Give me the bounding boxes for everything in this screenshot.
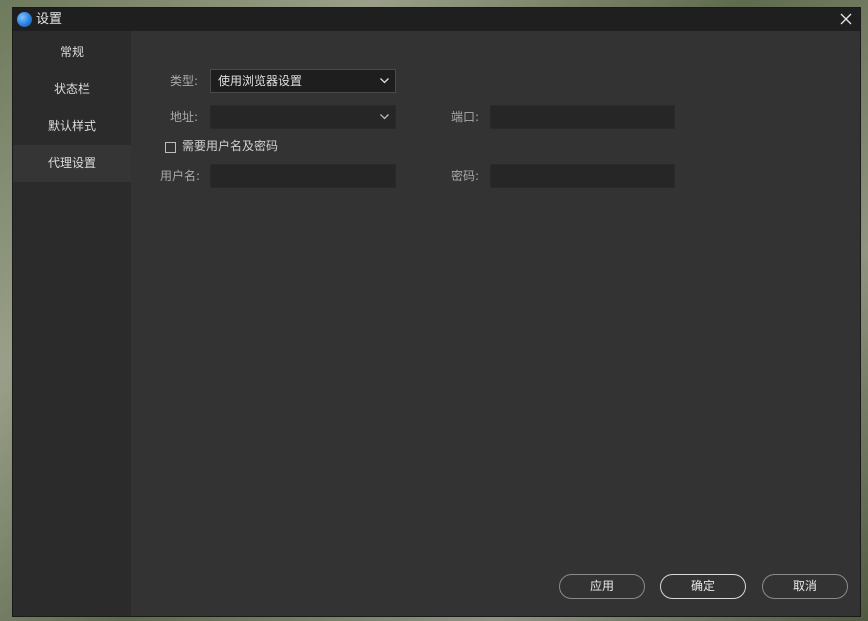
ok-button[interactable]: 确定 bbox=[660, 574, 746, 599]
window-title: 设置 bbox=[36, 12, 63, 27]
sidebar-item-statusbar[interactable]: 状态栏 bbox=[13, 71, 131, 108]
title-bar[interactable]: 设置 bbox=[13, 8, 860, 31]
proxy-type-select[interactable]: 使用浏览器设置 bbox=[210, 69, 396, 93]
sidebar-item-proxy[interactable]: 代理设置 bbox=[13, 145, 131, 182]
auth-checkbox-icon[interactable] bbox=[165, 142, 176, 153]
username-input[interactable] bbox=[210, 164, 396, 188]
settings-sidebar: 常规 状态栏 默认样式 代理设置 bbox=[13, 31, 131, 616]
password-label: 密码: bbox=[451, 169, 480, 183]
username-label: 用户名: bbox=[160, 169, 201, 183]
address-select[interactable] bbox=[210, 105, 396, 129]
chevron-down-icon bbox=[380, 78, 389, 84]
proxy-settings-panel: 类型: 使用浏览器设置 地址: 端口: 需要用户名及密码 用户名: 密码: 应用… bbox=[131, 31, 860, 616]
settings-window: 设置 常规 状态栏 默认样式 代理设置 类型: 使用浏览器设置 地址: 端口: bbox=[13, 8, 860, 616]
chevron-down-icon bbox=[380, 114, 389, 120]
sidebar-item-default-style[interactable]: 默认样式 bbox=[13, 108, 131, 145]
cancel-button[interactable]: 取消 bbox=[762, 574, 848, 599]
auth-checkbox-label[interactable]: 需要用户名及密码 bbox=[182, 139, 278, 153]
apply-button[interactable]: 应用 bbox=[559, 574, 645, 599]
address-label: 地址: bbox=[170, 110, 199, 124]
app-logo-icon bbox=[17, 12, 32, 27]
close-icon bbox=[840, 13, 852, 25]
sidebar-item-general[interactable]: 常规 bbox=[13, 34, 131, 71]
proxy-type-value: 使用浏览器设置 bbox=[218, 74, 303, 88]
password-input[interactable] bbox=[490, 164, 675, 188]
type-label: 类型: bbox=[170, 74, 199, 88]
close-button[interactable] bbox=[832, 8, 860, 31]
port-input[interactable] bbox=[490, 105, 675, 129]
port-label: 端口: bbox=[451, 110, 480, 124]
